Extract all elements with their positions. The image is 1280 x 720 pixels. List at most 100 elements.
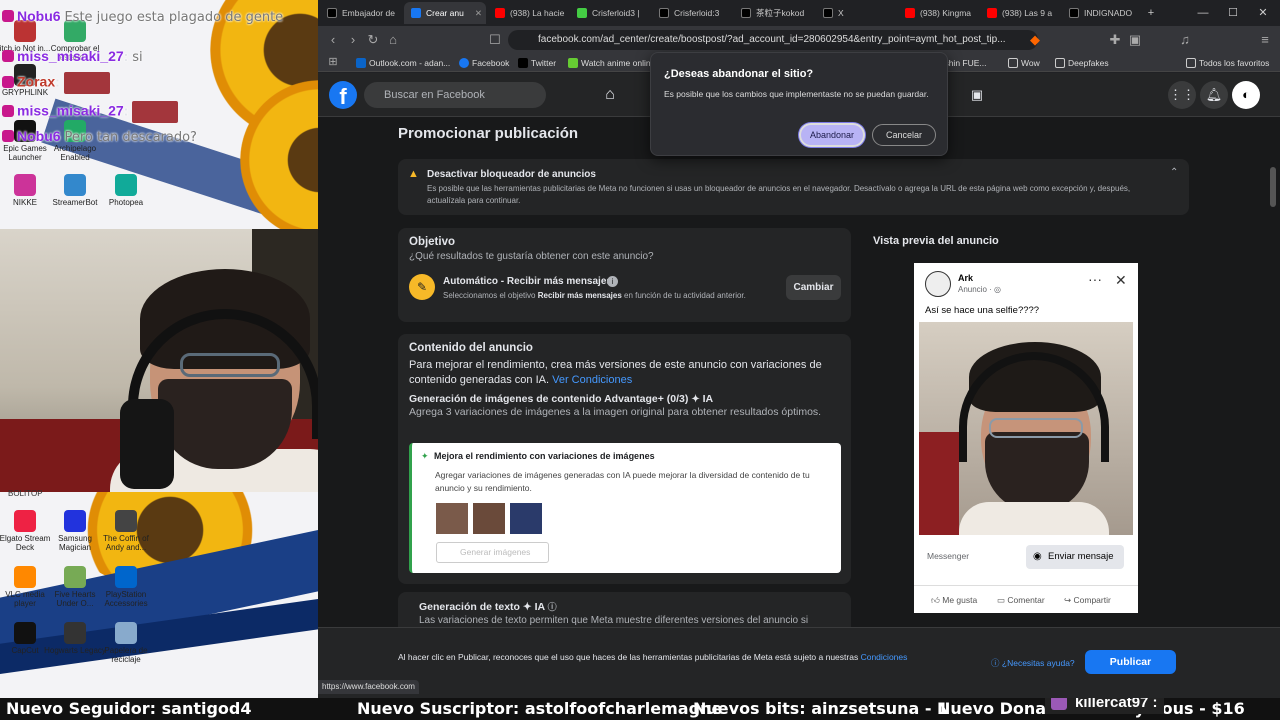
warning-icon: ▲ [408,168,419,180]
send-message-button[interactable]: ◉ Enviar mensaje [1026,545,1124,569]
publish-button[interactable]: Publicar [1085,650,1176,674]
variation-thumbnail[interactable] [473,503,505,534]
youtube-icon [905,8,915,18]
browser-tab[interactable]: 茶粒子kokod [734,2,814,24]
x-logo-icon [741,8,751,18]
bookmark-all-favorites[interactable]: Todos los favoritos [1186,56,1269,70]
terms-link[interactable]: Ver Condiciones [552,374,632,386]
stream-event-ticker: Nuevo Seguidor: santigod4 Nuevo Suscript… [0,698,1280,720]
info-icon[interactable]: i [607,276,618,287]
badge-icon [2,10,14,22]
terms-link[interactable]: Condiciones [861,652,908,662]
share-button[interactable]: ↪ Compartir [1064,595,1111,606]
bookmark-anime[interactable]: Watch anime onlin [568,56,651,70]
comment-icon: ▭ [997,595,1006,605]
music-icon[interactable]: ♫ [1176,31,1194,49]
forward-button[interactable]: › [344,31,362,49]
text-gen-title: Generación de texto ✦ IA ⓘ [419,601,557,613]
dialog-message: Es posible que los cambios que implement… [664,89,929,99]
change-objective-button[interactable]: Cambiar [786,275,841,300]
cancel-button[interactable]: Cancelar [872,124,936,146]
browser-tab[interactable]: (938) La hacie [488,2,568,24]
url-field[interactable]: facebook.com/ad_center/create/boostpost/… [508,30,1038,50]
close-icon[interactable]: ✕ [1115,272,1127,289]
home-button[interactable]: ⌂ [384,31,402,49]
maximize-button[interactable]: ☐ [1218,0,1248,26]
back-button[interactable]: ‹ [324,31,342,49]
minimize-button[interactable]: — [1188,0,1218,26]
boost-post-content: Promocionar publicación ▲ Desactivar blo… [318,117,1280,627]
browser-tab[interactable]: (938) Las 9 a [980,2,1060,24]
profile-avatar[interactable]: ◐ [1232,81,1260,109]
browser-tab[interactable]: INDIGNADO [1062,2,1142,24]
messenger-icon: ◉ [1033,551,1042,562]
objective-title: Objetivo [409,236,456,248]
like-icon: 👍︎ [931,595,940,605]
close-window-button[interactable]: ✕ [1248,0,1278,26]
bookmark-facebook[interactable]: Facebook [459,56,509,70]
ticker-subscriber: Nuevo Suscriptor: astolfoofcharlemagne [357,699,723,718]
scrollbar[interactable] [1270,167,1276,207]
folder-icon [1186,58,1196,68]
webcam-microphone [120,399,174,489]
bookmark-icon[interactable]: ☐ [486,31,504,49]
bookmark-outlook[interactable]: Outlook.com - adan... [356,56,450,70]
variation-thumbnail[interactable] [510,503,542,534]
more-options-icon[interactable]: ··· [1088,271,1102,287]
bookmark-folder-deepfakes[interactable]: Deepfakes [1055,56,1109,70]
facebook-logo-icon[interactable]: f [329,81,357,109]
variation-thumbnail[interactable] [436,503,468,534]
bookmark-twitter[interactable]: Twitter [518,56,556,70]
webcam-feed [0,229,318,492]
bookmark-folder-wow[interactable]: Wow [1008,56,1040,70]
image-gen-text: Agrega 3 variaciones de imágenes a la im… [409,406,822,418]
like-button[interactable]: 👍︎ Me gusta [931,595,977,606]
browser-tab[interactable]: (938) Kingma [898,2,978,24]
ad-preview: Ark Anuncio · ◎ ··· ✕ Así se hace una se… [914,263,1138,613]
help-link[interactable]: ⓘ ¿Necesitas ayuda? [991,657,1075,669]
facebook-search-input[interactable]: Buscar en Facebook [364,82,546,108]
desktop-icon-photopea[interactable]: Photopea [95,174,157,207]
shield-icon[interactable]: ◆ [1026,31,1044,49]
notifications-icon[interactable]: 🔔︎ [1200,81,1228,109]
chat-message: Nobu6 Este juego esta plagado de gente [2,8,283,25]
app-icon [64,510,86,532]
desktop-icon-coffin[interactable]: The Coffin of Andy and... [95,510,157,552]
info-icon[interactable]: ⓘ [548,602,557,612]
ad-content-title: Contenido del anuncio [409,342,533,354]
app-icon [115,174,137,196]
post-caption: Así se hace una selfie???? [925,305,1040,316]
reload-button[interactable]: ↻ [364,31,382,49]
browser-tab[interactable]: Crisferloid3 | [570,2,650,24]
objective-option-desc: Seleccionamos el objetivo Recibir más me… [443,291,746,300]
badge-icon [2,75,14,88]
messenger-label: Messenger [927,551,970,561]
leave-button[interactable]: Abandonar [799,123,865,147]
home-icon[interactable]: ⌂ [596,81,624,109]
comment-button[interactable]: ▭ Comentar [997,595,1045,606]
publish-footer: Al hacer clic en Publicar, reconoces que… [318,627,1280,698]
extension-icon[interactable]: ✚ [1106,31,1124,49]
menu-grid-icon[interactable]: ⋮⋮ [1168,81,1196,109]
collapse-chevron-icon[interactable]: ⌃ [1170,167,1178,178]
extension-icon[interactable]: ▣ [1126,31,1144,49]
browser-tab-active[interactable]: Crear anu ✕ [404,2,486,24]
leave-site-dialog: ¿Deseas abandonar el sitio? Es posible q… [650,52,948,156]
close-tab-icon[interactable]: ✕ [475,2,482,24]
gaming-icon[interactable]: ▣ [963,81,991,109]
x-logo-icon [327,8,337,18]
menu-icon[interactable]: ≡ [1256,31,1274,49]
apps-grid-icon[interactable]: ⊞ [324,54,342,70]
badge-icon [2,50,14,62]
browser-tab[interactable]: X [816,2,896,24]
desktop-icon-playstation[interactable]: PlayStation Accessories [95,566,157,608]
browser-tab[interactable]: Crisferloid:3 [652,2,732,24]
browser-tab[interactable]: Embajador de [320,2,402,24]
generate-images-button[interactable]: Generar imágenes [436,542,549,563]
new-tab-button[interactable]: + [1136,0,1166,26]
chat-message: Nobu6 Pero tan descarado? [2,128,197,145]
status-url: https://www.facebook.com [318,680,419,694]
desktop-icon-recycle-bin[interactable]: Papelera de reciclaje [95,622,157,664]
variations-title: Mejora el rendimiento con variaciones de… [434,451,655,461]
folder-icon [1055,58,1065,68]
